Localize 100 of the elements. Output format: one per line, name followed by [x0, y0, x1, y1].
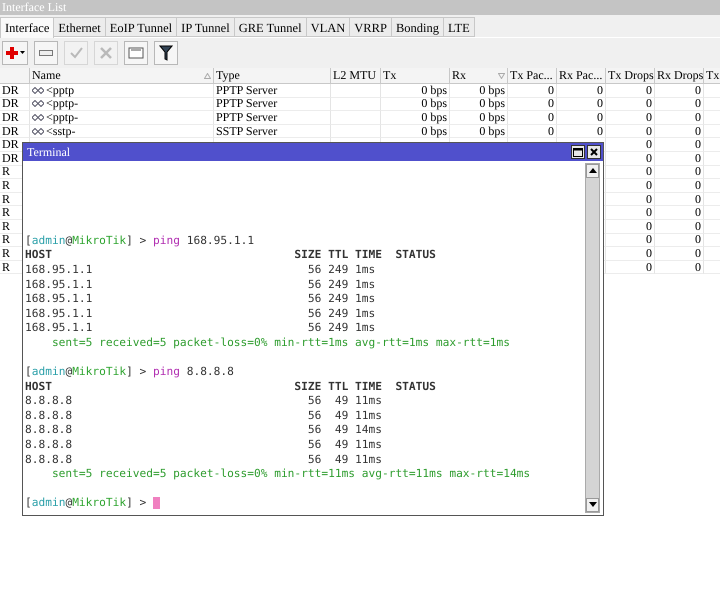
table-cell: DR	[0, 124, 30, 138]
table-cell: 0 bps	[381, 111, 450, 125]
table-cell	[331, 111, 381, 125]
table-cell: DR	[0, 84, 30, 98]
table-cell: 0 bps	[450, 98, 508, 112]
tunnel-icon	[32, 86, 44, 94]
table-cell	[331, 84, 381, 98]
table-cell: 0	[557, 111, 606, 125]
table-cell: 0	[655, 152, 704, 166]
table-cell: 0	[655, 234, 704, 248]
column-header[interactable]: Tx	[704, 68, 720, 84]
tab[interactable]: Ethernet	[53, 17, 106, 37]
tab[interactable]: VRRP	[349, 17, 392, 37]
plus-icon	[5, 47, 25, 59]
ping-reply: 168.95.1.1 56 249 1ms	[25, 321, 376, 334]
table-cell: PPTP Server	[214, 111, 331, 125]
close-button[interactable]	[587, 145, 601, 159]
table-cell: 0	[557, 98, 606, 112]
column-header[interactable]: Name	[30, 68, 214, 84]
tab[interactable]: EoIP Tunnel	[104, 17, 178, 37]
prompt-line: [admin@MikroTik] >	[25, 496, 148, 510]
table-cell: 0	[606, 138, 655, 152]
table-cell: 0	[655, 260, 704, 274]
tunnel-icon	[32, 114, 44, 121]
table-cell: <sstp-	[30, 124, 214, 138]
table-cell: 0	[606, 166, 655, 180]
table-cell: 0	[606, 84, 655, 98]
up-arrow-icon	[588, 168, 596, 174]
table-cell: DR	[0, 98, 30, 112]
tab[interactable]: Bonding	[390, 17, 444, 37]
tab[interactable]: IP Tunnel	[176, 17, 235, 37]
minus-icon	[39, 50, 53, 56]
tab[interactable]: GRE Tunnel	[234, 17, 307, 37]
column-header[interactable]: Rx Drops	[655, 68, 704, 84]
close-icon	[590, 148, 598, 156]
tunnel-icon	[32, 100, 44, 108]
table-cell: <pptp-	[30, 98, 214, 112]
table-cell: 0	[655, 179, 704, 193]
table-cell	[331, 124, 381, 138]
table-cell: <pptp	[30, 84, 214, 98]
tab[interactable]: Interface	[0, 17, 54, 38]
table-cell: 0	[655, 84, 704, 98]
table-cell: 0	[508, 98, 557, 112]
sort-down-icon	[498, 72, 505, 78]
table-cell: 0	[655, 124, 704, 138]
window-title: Interface List	[0, 0, 720, 15]
table-cell: 0	[655, 220, 704, 234]
ping-reply: 8.8.8.8 56 49 11ms	[25, 394, 382, 408]
filter-button[interactable]	[154, 41, 178, 65]
ping-summary: sent=5 received=5 packet-loss=0% min-rtt=11ms avg-rtt=11ms max-rtt=14ms	[50, 467, 530, 480]
table-cell: 0	[606, 152, 655, 166]
add-button[interactable]	[2, 41, 28, 65]
column-header[interactable]: Rx Pac...	[557, 68, 606, 84]
column-header[interactable]: L2 MTU	[331, 68, 381, 84]
table-cell: 0	[655, 247, 704, 261]
table-cell: 0	[557, 84, 606, 98]
table-cell: 0	[655, 98, 704, 112]
table-cell: PPTP Server	[214, 98, 331, 112]
maximize-button[interactable]	[571, 145, 585, 159]
table-cell: 0	[557, 124, 606, 138]
table-cell: 0	[655, 206, 704, 220]
terminal-title: Terminal	[27, 144, 70, 160]
table-cell: 0	[606, 234, 655, 248]
column-header[interactable]: Tx Drops	[606, 68, 655, 84]
cross-icon	[99, 46, 113, 60]
table-cell: 0	[606, 192, 655, 206]
table-cell: 0	[606, 124, 655, 138]
table-cell: 0	[606, 98, 655, 112]
column-header[interactable]: Tx Pac...	[508, 68, 557, 84]
filter-icon	[159, 45, 173, 61]
table-cell: 0 bps	[381, 84, 450, 98]
sort-up-icon	[204, 72, 211, 78]
column-header[interactable]: Rx	[450, 68, 508, 84]
table-cell: 0	[655, 192, 704, 206]
ping-reply: 8.8.8.8 56 49 14ms	[25, 423, 382, 436]
column-header[interactable]: Type	[214, 68, 331, 84]
check-icon	[69, 46, 83, 60]
table-cell: 0	[606, 220, 655, 234]
table-cell: <pptp-	[30, 111, 214, 125]
tab[interactable]: VLAN	[306, 17, 350, 37]
tab[interactable]: LTE	[443, 17, 475, 37]
comment-button[interactable]	[124, 41, 148, 65]
table-cell: 0	[655, 138, 704, 152]
ping-reply: 168.95.1.1 56 249 1ms	[25, 278, 376, 290]
ping-reply: 8.8.8.8 56 49 11ms	[25, 408, 382, 422]
table-cell: 0	[606, 260, 655, 274]
table-cell: 0	[508, 124, 557, 138]
table-cell: 0	[508, 84, 557, 98]
table-cell: PPTP Server	[214, 84, 331, 98]
scrollbar[interactable]	[585, 163, 600, 513]
ping-reply: 168.95.1.1 56 249 1ms	[25, 292, 376, 306]
down-arrow-icon	[588, 502, 596, 508]
table-cell: 0 bps	[450, 124, 508, 138]
table-cell: 0 bps	[381, 98, 450, 112]
table-cell: DR	[0, 111, 30, 125]
column-header[interactable]: Tx	[381, 68, 450, 84]
remove-button[interactable]	[34, 41, 58, 65]
table-cell: 0	[508, 111, 557, 125]
ping-reply: 168.95.1.1 56 249 1ms	[25, 306, 376, 320]
table-cell: 0	[606, 111, 655, 125]
